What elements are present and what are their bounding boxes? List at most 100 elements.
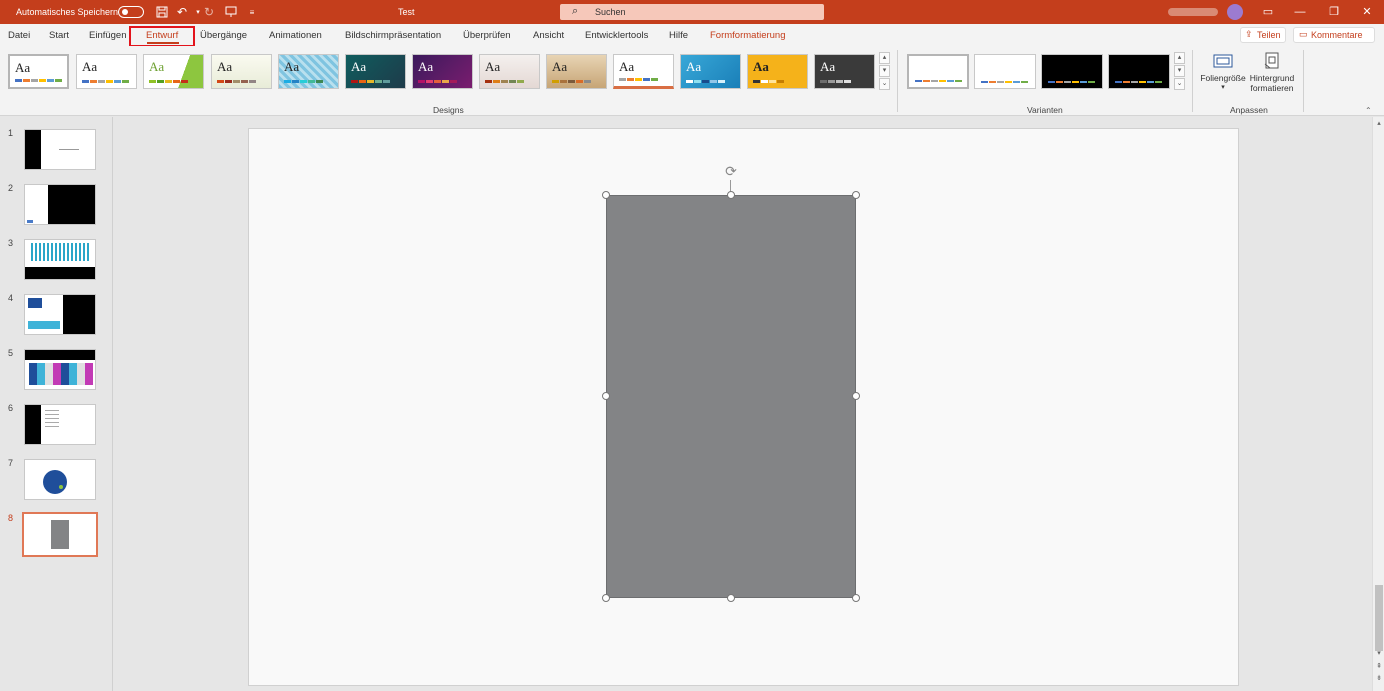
format-background-icon <box>1262 52 1282 70</box>
gallery-more-icon[interactable]: ⌄ <box>879 78 890 90</box>
theme-dark[interactable]: Aa <box>814 54 875 89</box>
tab-ueberpruefen[interactable]: Überprüfen <box>463 30 511 41</box>
theme-glyph: Aa <box>82 59 98 74</box>
slide-thumbnail-8[interactable] <box>22 512 98 557</box>
comments-button[interactable]: ▭ Kommentare <box>1293 27 1375 43</box>
tab-datei[interactable]: Datei <box>8 30 30 41</box>
autosave-toggle[interactable] <box>118 6 144 18</box>
tab-highlight-annotation <box>129 26 195 47</box>
theme-berlin[interactable]: Aa <box>747 54 808 89</box>
resize-handle-bottom[interactable] <box>727 594 735 602</box>
variants-more-icon[interactable]: ⌄ <box>1174 78 1185 90</box>
ribbon-tabs: Datei Start Einfügen Entwurf Übergänge A… <box>0 24 1384 46</box>
theme-office-2[interactable]: Aa <box>76 54 137 89</box>
theme-retrospect[interactable]: Aa <box>479 54 540 89</box>
slide-number: 5 <box>8 348 14 358</box>
slide-thumbnail-1[interactable] <box>24 129 96 170</box>
variants-up-icon[interactable]: ▴ <box>1174 52 1185 64</box>
account-name[interactable] <box>1168 8 1218 16</box>
format-background-label-1: Hintergrund <box>1249 73 1295 83</box>
tab-einfuegen[interactable]: Einfügen <box>89 30 127 41</box>
save-icon[interactable] <box>154 4 170 20</box>
theme-glyph: Aa <box>351 59 367 74</box>
resize-handle-bottom-left[interactable] <box>602 594 610 602</box>
selected-rectangle-shape[interactable] <box>606 195 856 598</box>
variant-4[interactable] <box>1108 54 1170 89</box>
close-icon[interactable]: ✕ <box>1358 4 1376 20</box>
share-button[interactable]: ⇪ Teilen <box>1240 27 1286 43</box>
theme-ion-boardroom[interactable]: Aa <box>345 54 406 89</box>
tab-animationen[interactable]: Animationen <box>269 30 322 41</box>
slide-thumbnail-2[interactable] <box>24 184 96 225</box>
tab-hilfe[interactable]: Hilfe <box>669 30 688 41</box>
avatar[interactable] <box>1227 4 1243 20</box>
gallery-up-icon[interactable]: ▴ <box>879 52 890 64</box>
tab-bildschirmpraesentation[interactable]: Bildschirmpräsentation <box>345 30 441 41</box>
theme-ion[interactable]: Aa <box>278 54 339 89</box>
slide-thumbnail-4[interactable] <box>24 294 96 335</box>
slide-size-button[interactable]: Foliengröße ▾ <box>1199 52 1247 91</box>
gallery-down-icon[interactable]: ▾ <box>879 65 890 77</box>
resize-handle-top-right[interactable] <box>852 191 860 199</box>
ribbon-separator <box>1303 50 1304 112</box>
slide-thumbnail-5[interactable] <box>24 349 96 390</box>
designs-gallery-scroller[interactable]: ▴ ▾ ⌄ <box>879 52 890 92</box>
theme-glyph: Aa <box>15 60 31 75</box>
next-slide-icon[interactable]: ⇟ <box>1373 674 1384 682</box>
slide-number: 7 <box>8 458 14 468</box>
slide-thumbnail-6[interactable] <box>24 404 96 445</box>
scrollbar-thumb[interactable] <box>1375 585 1383 651</box>
resize-handle-left[interactable] <box>602 392 610 400</box>
tab-entwicklertools[interactable]: Entwicklertools <box>585 30 648 41</box>
theme-glyph: Aa <box>552 59 568 74</box>
theme-glyph: Aa <box>217 59 233 74</box>
theme-organic[interactable]: Aa <box>412 54 473 89</box>
slide-number: 2 <box>8 183 14 193</box>
slide-editor: ⟳ <box>114 117 1370 691</box>
ribbon-display-options-icon[interactable]: ▭ <box>1259 4 1277 20</box>
rotate-handle-icon[interactable]: ⟳ <box>723 163 739 179</box>
theme-slice[interactable]: Aa <box>546 54 607 89</box>
theme-facette[interactable]: Aa <box>143 54 204 89</box>
scroll-up-icon[interactable]: ▴ <box>1373 119 1384 127</box>
theme-integral[interactable]: Aa <box>211 54 272 89</box>
collapse-ribbon-icon[interactable]: ⌃ <box>1365 106 1372 115</box>
search-box[interactable]: ⌕ Suchen <box>560 4 824 20</box>
tab-formformatierung[interactable]: Formformatierung <box>710 30 786 41</box>
theme-office[interactable]: Aa <box>8 54 69 89</box>
variants-gallery-scroller[interactable]: ▴ ▾ ⌄ <box>1174 52 1185 92</box>
slide-thumbnail-3[interactable] <box>24 239 96 280</box>
format-background-label-2: formatieren <box>1250 83 1294 93</box>
format-background-button[interactable]: Hintergrund formatieren <box>1247 52 1297 93</box>
resize-handle-top[interactable] <box>727 191 735 199</box>
redo-icon[interactable]: ↻ <box>201 4 217 20</box>
tab-uebergaenge[interactable]: Übergänge <box>200 30 247 41</box>
variants-down-icon[interactable]: ▾ <box>1174 65 1185 77</box>
slide-canvas[interactable]: ⟳ <box>248 128 1239 686</box>
vertical-scrollbar[interactable]: ▴ ▾ ⇞ ⇟ <box>1372 117 1384 691</box>
scroll-down-icon[interactable]: ▾ <box>1373 649 1384 657</box>
resize-handle-bottom-right[interactable] <box>852 594 860 602</box>
slide-size-label: Foliengröße <box>1200 73 1246 83</box>
tab-ansicht[interactable]: Ansicht <box>533 30 564 41</box>
undo-icon[interactable]: ↶ <box>174 4 190 20</box>
variant-1[interactable] <box>907 54 969 89</box>
minimize-icon[interactable]: — <box>1291 4 1309 20</box>
slide-number-current: 8 <box>8 513 14 523</box>
slide-thumbnail-pane: 1 2 3 4 5 6 7 8 <box>0 117 113 691</box>
resize-handle-top-left[interactable] <box>602 191 610 199</box>
previous-slide-icon[interactable]: ⇞ <box>1373 662 1384 670</box>
slide-number: 4 <box>8 293 14 303</box>
resize-handle-right[interactable] <box>852 392 860 400</box>
theme-wisp[interactable]: Aa <box>613 54 674 89</box>
ribbon-separator <box>1192 50 1193 112</box>
tab-start[interactable]: Start <box>49 30 69 41</box>
search-placeholder: Suchen <box>595 7 626 17</box>
customize-qat-icon[interactable]: ≡ <box>244 4 260 20</box>
variant-3[interactable] <box>1041 54 1103 89</box>
slide-thumbnail-7[interactable] <box>24 459 96 500</box>
variant-2[interactable] <box>974 54 1036 89</box>
restore-icon[interactable]: ❐ <box>1325 4 1343 20</box>
present-icon[interactable] <box>223 4 239 20</box>
theme-ion-blue[interactable]: Aa <box>680 54 741 89</box>
